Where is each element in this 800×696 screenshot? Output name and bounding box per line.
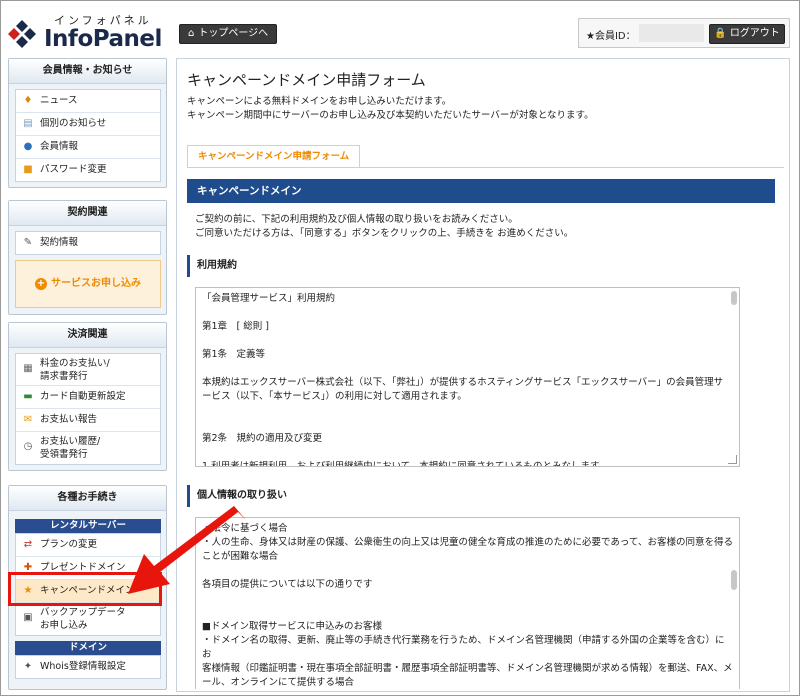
red-arrow-icon xyxy=(128,506,246,594)
